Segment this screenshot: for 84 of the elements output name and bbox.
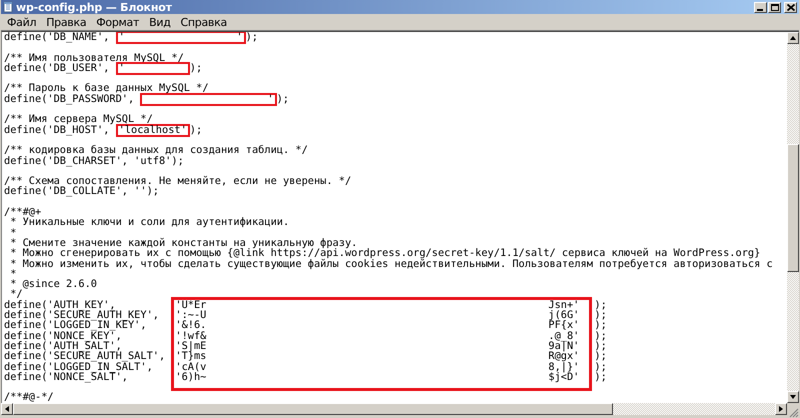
code-text: define('NONCE_KEY', [4,330,122,341]
code-line: /** Схема сопоставления. Не меняйте, если не уверены. */ [4,176,352,186]
code-text: define('DB_NAME', [4,32,110,43]
code-line: */ [10,289,23,300]
minimize-button[interactable] [754,2,767,12]
key-fragment: '!wf& [175,330,206,341]
code-line: * @since 2.6.0 [9,279,98,290]
redaction-box: ' ' [116,32,246,44]
code-text: ); [594,310,608,320]
code-text: ); [190,62,202,74]
close-icon [786,4,794,10]
key-fragment: 'cA(v [175,362,206,372]
code-text: define('NONCE_SALT', [4,372,128,382]
scroll-down-button[interactable] [787,391,799,403]
code-text: ); [594,320,608,331]
code-text: define('LOGGED_IN_KEY', [4,320,147,331]
code-line: define('DB_CHARSET', 'utf8'); [4,156,185,166]
code-line: * [9,228,18,238]
left-arrow-icon [5,406,9,412]
code-text: ); [594,372,608,382]
code-text: ); [594,300,608,310]
notepad-icon [3,1,13,13]
code-line: define('DB_COLLATE', ''); [4,186,160,197]
code-line: /** Имя сервера MySQL */ [4,114,153,125]
redaction-box: ' [116,62,190,75]
code-text: ); [594,330,608,341]
resize-grip-icon[interactable] [787,406,799,418]
code-line: /** Пароль к базе данных MySQL */ [4,83,210,94]
down-arrow-icon [790,395,796,399]
scroll-up-button[interactable] [787,32,799,44]
code-line: /**#@-*/ [4,392,55,403]
code-text: define('LOGGED_IN_SALT', [4,362,153,372]
scroll-left-button[interactable] [1,403,13,415]
key-fragment: 'T}ms [175,351,206,362]
scroll-right-button[interactable] [775,403,787,415]
code-text: ); [594,351,608,362]
code-text: define('DB_PASSWORD', [4,92,136,105]
maximize-icon [770,4,778,10]
key-fragment: Jsn+' [548,300,580,310]
code-line: /** Имя пользователя MySQL */ [4,52,185,63]
code-line: /** кодировка базы данных для создания таблиц. */ [4,145,309,156]
right-arrow-icon [779,406,783,412]
key-fragment: ':~-U [175,310,206,320]
key-fragment: 'S|mE [175,340,206,352]
key-fragment: j(6G' [548,310,580,320]
code-text: ); [190,124,202,136]
code-text: define('DB_HOST', [4,124,110,136]
window-title: wp-config.php — Блокнот [16,0,173,14]
menu-item[interactable]: Справка [176,16,232,28]
up-arrow-icon [790,36,796,40]
key-fragment: R@gx' [548,351,580,362]
menu-item[interactable]: Вид [144,16,176,28]
menu-item[interactable]: Файл [2,16,42,28]
key-fragment: 'U*Er [175,300,206,310]
menu-item[interactable]: Правка [41,16,92,28]
redaction-box: ' [140,92,277,106]
code-text: define('SECURE_AUTH_SALT', [4,351,166,362]
key-fragment: $j<D' [548,372,580,382]
code-text: define('DB_USER', [4,62,110,74]
code-text: ); [276,92,289,105]
code-text: ); [594,340,608,352]
code-text: define('SECURE_AUTH_KEY', [4,310,160,320]
code-line: * Смените значение каждой константы на уникальную фразу. [9,238,358,248]
code-text: ); [246,32,258,43]
key-fragment: 9a|N' [548,340,580,352]
code-line: /**#@+ [4,207,42,218]
code-line: * Уникальные ключи и соли для аутентификации. [10,217,290,228]
code-text: define('AUTH_SALT', [4,340,122,352]
code-text: define('AUTH_KEY', [4,300,116,310]
code-line: * Можно изменить их, чтобы сделать существующие файлы cookies недействительными. Пользователям потребуется авторизоваться с [9,258,774,269]
key-fragment: .@_8' [548,330,580,341]
close-button[interactable] [784,2,797,12]
redaction-box: 'localhost' [116,124,190,137]
key-fragment: PF{x' [548,320,580,331]
scroll-thumb[interactable] [787,144,799,272]
menu-item[interactable]: Формат [91,16,144,28]
maximize-button[interactable] [768,2,781,12]
key-fragment: '6)h~ [175,372,206,382]
key-fragment: '&!6. [175,320,206,331]
code-line: * [9,268,18,280]
key-fragment: 8,|}' [548,362,580,372]
code-text: ); [594,362,608,372]
code-line: * Можно сгенерировать их с помощью {@link https://api.wordpress.org/secret-key/1.1/salt/ сервиса ключей на WordPress.org} [9,248,762,259]
scroll-thumb[interactable] [13,403,613,415]
